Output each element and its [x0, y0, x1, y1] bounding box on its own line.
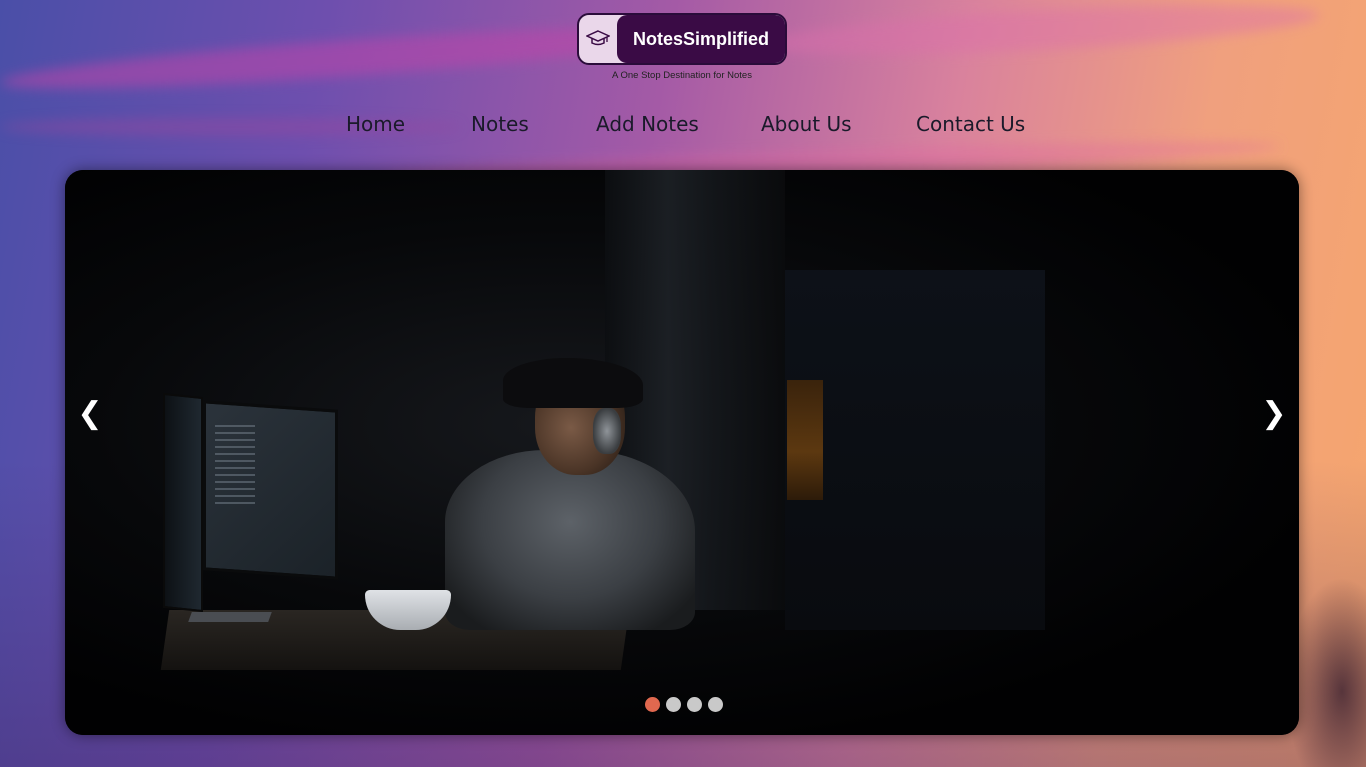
scene-monitor-side — [163, 392, 203, 613]
nav-item-contact-us[interactable]: Contact Us — [916, 112, 1025, 136]
brand-logo[interactable]: NotesSimplified — [577, 13, 787, 65]
carousel-dot-2[interactable] — [666, 697, 681, 712]
scene-keyboard — [188, 612, 272, 622]
chevron-left-icon: ❮ — [77, 396, 103, 431]
nav-item-notes[interactable]: Notes — [471, 112, 529, 136]
chevron-right-icon: ❯ — [1261, 396, 1287, 431]
brand-name-box: NotesSimplified — [617, 15, 785, 63]
main-nav: Home Notes Add Notes About Us Contact Us — [0, 112, 1366, 142]
brand-icon-box — [579, 15, 617, 63]
nav-item-about-us[interactable]: About Us — [761, 112, 852, 136]
graduation-cap-icon — [586, 30, 610, 46]
scene-window-glow — [787, 380, 823, 500]
scene-window — [785, 270, 1045, 630]
scene-headphones — [593, 408, 621, 454]
carousel-prev-button[interactable]: ❮ — [75, 394, 105, 434]
nav-item-home[interactable]: Home — [346, 112, 405, 136]
nav-item-add-notes[interactable]: Add Notes — [596, 112, 699, 136]
scene-person-cap — [503, 358, 643, 408]
hero-carousel: ❮ ❯ — [65, 170, 1299, 735]
brand-name: NotesSimplified — [632, 28, 770, 49]
scene-person-body — [445, 450, 695, 630]
brand-tagline: A One Stop Destination for Notes — [612, 70, 752, 81]
carousel-indicators — [645, 697, 723, 712]
carousel-next-button[interactable]: ❯ — [1259, 394, 1289, 434]
carousel-dot-4[interactable] — [708, 697, 723, 712]
scene-monitor-text — [215, 425, 255, 505]
carousel-dot-1[interactable] — [645, 697, 660, 712]
carousel-slide-image — [65, 170, 1299, 735]
carousel-dot-3[interactable] — [687, 697, 702, 712]
sky-streak — [759, 0, 1321, 65]
